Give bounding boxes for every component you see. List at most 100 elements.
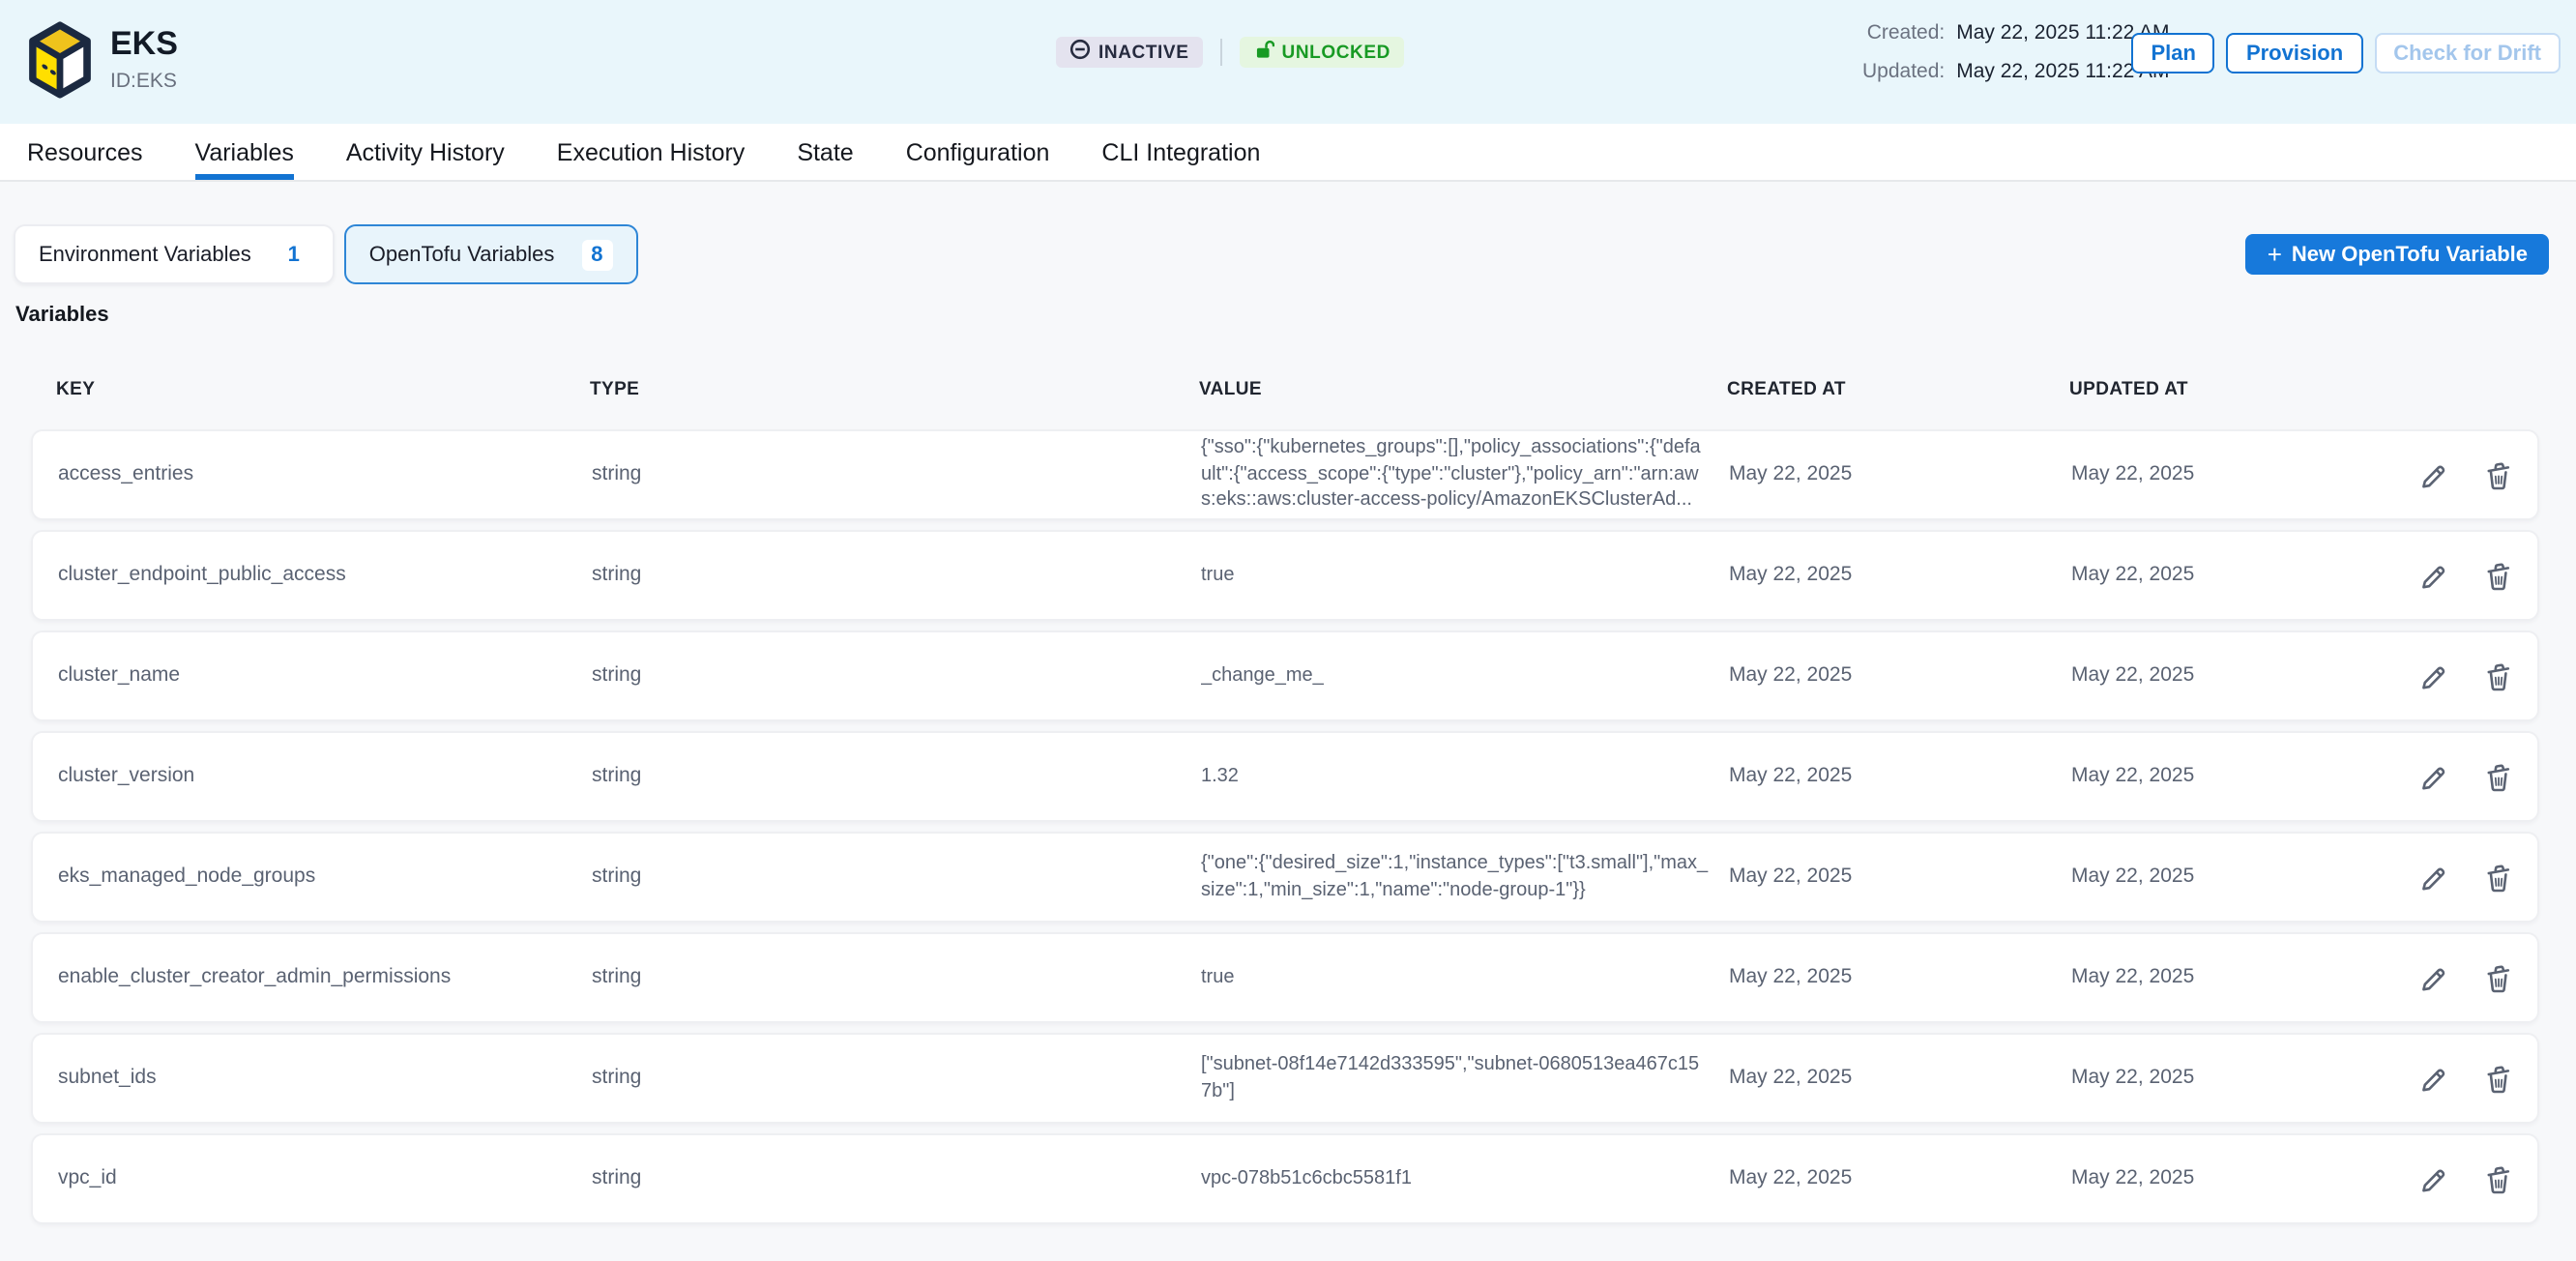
variable-type: string	[592, 462, 1201, 487]
check-for-drift-button[interactable]: Check for Drift	[2374, 33, 2561, 73]
variable-created-at: May 22, 2025	[1729, 1066, 2071, 1091]
trash-icon	[2483, 869, 2514, 898]
tab-configuration[interactable]: Configuration	[906, 124, 1050, 180]
table-row: vpc_id string vpc-078b51c6cbc5581f1 May …	[31, 1133, 2539, 1224]
variable-value: _change_me_	[1201, 663, 1729, 689]
edit-variable-button[interactable]	[2417, 962, 2448, 993]
trash-icon	[2483, 1070, 2514, 1100]
app-root: EKS ID:EKS INACTIVE UNLOCKED Created: Ma…	[0, 0, 2576, 1261]
variable-type: string	[592, 865, 1201, 890]
delete-variable-button[interactable]	[2483, 962, 2514, 993]
tab-activity-history[interactable]: Activity History	[346, 124, 505, 180]
table-row: enable_cluster_creator_admin_permissions…	[31, 932, 2539, 1023]
brand: EKS ID:EKS	[27, 21, 178, 99]
created-label: Created:	[1862, 21, 1945, 44]
variable-created-at: May 22, 2025	[1729, 965, 2071, 990]
trash-icon	[2483, 467, 2514, 496]
table-header-row: KEY TYPE VALUE CREATED AT UPDATED AT	[31, 367, 2539, 410]
variables-table: access_entries string {"sso":{"kubernete…	[31, 429, 2539, 1224]
tab-cli-integration[interactable]: CLI Integration	[1101, 124, 1260, 180]
edit-variable-button[interactable]	[2417, 459, 2448, 490]
tab-state[interactable]: State	[797, 124, 853, 180]
lock-open-icon	[1253, 39, 1274, 66]
page-header: EKS ID:EKS INACTIVE UNLOCKED Created: Ma…	[0, 0, 2576, 124]
tab-resources[interactable]: Resources	[27, 124, 143, 180]
table-row: cluster_version string 1.32 May 22, 2025…	[31, 731, 2539, 822]
table-row: subnet_ids string ["subnet-08f14e7142d33…	[31, 1033, 2539, 1124]
table-row: access_entries string {"sso":{"kubernete…	[31, 429, 2539, 520]
variable-created-at: May 22, 2025	[1729, 663, 2071, 689]
status-badge: INACTIVE	[1056, 37, 1203, 68]
tab-execution-history[interactable]: Execution History	[557, 124, 746, 180]
provision-button[interactable]: Provision	[2227, 33, 2362, 73]
variable-key: cluster_version	[58, 764, 592, 789]
updated-label: Updated:	[1862, 60, 1945, 83]
variable-key: vpc_id	[58, 1166, 592, 1191]
pencil-icon	[2417, 970, 2448, 999]
variable-type: string	[592, 1066, 1201, 1091]
tab-variables[interactable]: Variables	[195, 124, 294, 180]
variable-created-at: May 22, 2025	[1729, 865, 2071, 890]
new-opentofu-variable-button[interactable]: + New OpenTofu Variable	[2246, 234, 2549, 275]
variable-key: enable_cluster_creator_admin_permissions	[58, 965, 592, 990]
circle-minus-icon	[1069, 39, 1091, 66]
variable-created-at: May 22, 2025	[1729, 462, 2071, 487]
trash-icon	[2483, 1171, 2514, 1200]
variable-updated-at: May 22, 2025	[2071, 1166, 2367, 1191]
variable-updated-at: May 22, 2025	[2071, 462, 2367, 487]
table-title: Variables	[15, 304, 2576, 327]
status-badges: INACTIVE UNLOCKED	[1056, 37, 1404, 68]
variable-type: string	[592, 764, 1201, 789]
variable-value: true	[1201, 965, 1729, 991]
variable-created-at: May 22, 2025	[1729, 764, 2071, 789]
table-row: cluster_name string _change_me_ May 22, …	[31, 630, 2539, 721]
variable-updated-at: May 22, 2025	[2071, 563, 2367, 588]
timestamps: Created: May 22, 2025 11:22 AM Updated: …	[1862, 21, 2170, 83]
delete-variable-button[interactable]	[2483, 1163, 2514, 1194]
edit-variable-button[interactable]	[2417, 862, 2448, 893]
variable-type: string	[592, 663, 1201, 689]
variable-value: ["subnet-08f14e7142d333595","subnet-0680…	[1201, 1052, 1729, 1104]
pencil-icon	[2417, 869, 2448, 898]
pencil-icon	[2417, 568, 2448, 597]
variable-updated-at: May 22, 2025	[2071, 1066, 2367, 1091]
variable-value: 1.32	[1201, 764, 1729, 790]
cube-logo-icon	[27, 21, 93, 99]
table-row: cluster_endpoint_public_access string tr…	[31, 530, 2539, 621]
delete-variable-button[interactable]	[2483, 560, 2514, 591]
plan-button[interactable]: Plan	[2131, 33, 2214, 73]
variables-panel: Environment Variables 1 OpenTofu Variabl…	[0, 182, 2576, 1224]
edit-variable-button[interactable]	[2417, 1163, 2448, 1194]
col-header-created-at: CREATED AT	[1727, 378, 2069, 399]
edit-variable-button[interactable]	[2417, 560, 2448, 591]
trash-icon	[2483, 970, 2514, 999]
pencil-icon	[2417, 1070, 2448, 1100]
delete-variable-button[interactable]	[2483, 1063, 2514, 1094]
chip-opentofu-variables[interactable]: OpenTofu Variables 8	[344, 224, 638, 284]
edit-variable-button[interactable]	[2417, 660, 2448, 691]
variable-type: string	[592, 965, 1201, 990]
variable-key: eks_managed_node_groups	[58, 865, 592, 890]
variable-key: subnet_ids	[58, 1066, 592, 1091]
edit-variable-button[interactable]	[2417, 1063, 2448, 1094]
edit-variable-button[interactable]	[2417, 761, 2448, 792]
trash-icon	[2483, 668, 2514, 697]
variable-created-at: May 22, 2025	[1729, 1166, 2071, 1191]
col-header-type: TYPE	[590, 378, 1199, 399]
opentofu-variables-count: 8	[581, 239, 612, 270]
variable-updated-at: May 22, 2025	[2071, 965, 2367, 990]
delete-variable-button[interactable]	[2483, 862, 2514, 893]
delete-variable-button[interactable]	[2483, 660, 2514, 691]
lock-badge: UNLOCKED	[1240, 37, 1404, 68]
variable-value: {"one":{"desired_size":1,"instance_types…	[1201, 851, 1729, 903]
delete-variable-button[interactable]	[2483, 459, 2514, 490]
delete-variable-button[interactable]	[2483, 761, 2514, 792]
trash-icon	[2483, 568, 2514, 597]
chip-environment-variables[interactable]: Environment Variables 1	[14, 224, 335, 284]
variable-key: cluster_name	[58, 663, 592, 689]
page-title: EKS	[110, 25, 178, 64]
variable-created-at: May 22, 2025	[1729, 563, 2071, 588]
plus-icon: +	[2268, 242, 2282, 267]
variable-type: string	[592, 563, 1201, 588]
header-actions: Plan Provision Check for Drift	[2131, 33, 2561, 73]
